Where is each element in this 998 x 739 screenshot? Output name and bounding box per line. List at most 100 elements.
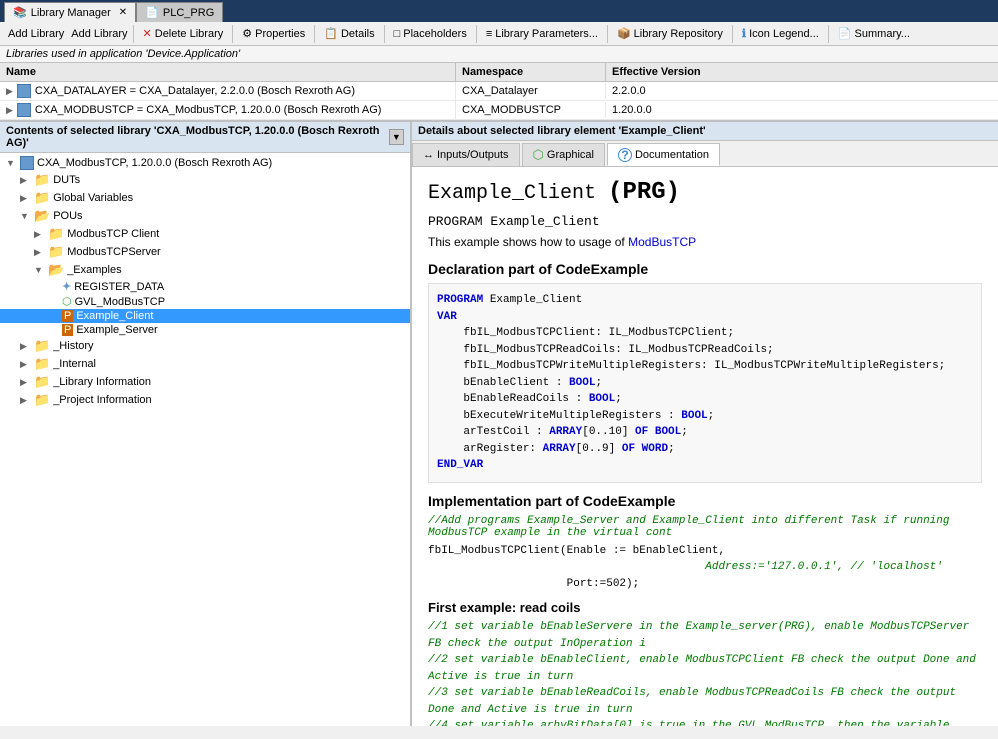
summary-button[interactable]: 📄 Summary... bbox=[832, 24, 916, 43]
tree-item-root[interactable]: ▼ CXA_ModbusTCP, 1.20.0.0 (Bosch Rexroth… bbox=[0, 155, 410, 171]
tree-item-gvl-modbus[interactable]: ⬡ GVL_ModBusTCP bbox=[0, 294, 410, 309]
prg-icon: P bbox=[62, 310, 73, 322]
gvl-label: GVL_ModBusTCP bbox=[75, 296, 165, 308]
toolbar-sep-2 bbox=[232, 25, 233, 43]
pous-expander[interactable]: ▼ bbox=[20, 211, 34, 221]
right-panel: Details about selected library element '… bbox=[412, 122, 998, 726]
lib-namespace-cell: CXA_Datalayer bbox=[456, 83, 606, 99]
libinfo-expander[interactable]: ▶ bbox=[20, 377, 34, 388]
tree-item-example-server[interactable]: P Example_Server bbox=[0, 323, 410, 337]
toolbar-sep-8 bbox=[828, 25, 829, 43]
tree-item-duts[interactable]: ▶ 📁 DUTs bbox=[0, 171, 410, 189]
icon-legend-button[interactable]: ℹ Icon Legend... bbox=[736, 24, 825, 43]
gv-expander[interactable]: ▶ bbox=[20, 193, 34, 204]
server-expander[interactable]: ▶ bbox=[34, 247, 48, 258]
toolbar-sep-6 bbox=[607, 25, 608, 43]
details-button[interactable]: 📋 Details bbox=[318, 24, 380, 43]
toolbar-sep-5 bbox=[476, 25, 477, 43]
tree-item-register-data[interactable]: ✦ REGISTER_DATA bbox=[0, 279, 410, 294]
graphical-icon: ⬡ bbox=[533, 147, 544, 163]
pous-label: POUs bbox=[53, 210, 82, 222]
doc-description: This example shows how to usage of ModBu… bbox=[428, 235, 982, 249]
tab-library-manager[interactable]: 📚 Library Manager ✕ bbox=[4, 2, 136, 22]
examples-label: _Examples bbox=[67, 264, 121, 276]
lib-name-cell: ▶ CXA_DATALAYER = CXA_Datalayer, 2.2.0.0… bbox=[0, 82, 456, 100]
library-parameters-button[interactable]: ≡ Library Parameters... bbox=[480, 25, 604, 43]
folder-icon: 📁 bbox=[34, 172, 50, 188]
projinfo-expander[interactable]: ▶ bbox=[20, 395, 34, 406]
code-block-1: PROGRAM Example_Client VAR fbIL_ModbusTC… bbox=[428, 283, 982, 483]
table-row[interactable]: ▶ CXA_MODBUSTCP = CXA_ModbusTCP, 1.20.0.… bbox=[0, 101, 998, 120]
add-library-button[interactable]: Add Library bbox=[2, 25, 70, 43]
doc-section-1: Declaration part of CodeExample bbox=[428, 261, 982, 277]
libinfo-label: _Library Information bbox=[53, 376, 151, 388]
tab-plc-prg[interactable]: 📄 PLC_PRG bbox=[136, 2, 223, 22]
code-block-2: fbIL_ModbusTCPClient(Enable := bEnableCl… bbox=[428, 543, 982, 593]
delete-library-button[interactable]: ✕ Delete Library bbox=[137, 24, 230, 43]
server-label: ModbusTCPServer bbox=[67, 246, 161, 258]
root-label: CXA_ModbusTCP, 1.20.0.0 (Bosch Rexroth A… bbox=[37, 157, 272, 169]
add-library-label: Add Library bbox=[71, 28, 127, 40]
library-manager-icon: 📚 bbox=[13, 6, 27, 19]
lib-namespace-cell: CXA_MODBUSTCP bbox=[456, 102, 606, 118]
root-expander[interactable]: ▼ bbox=[6, 158, 20, 168]
eclient-label: Example_Client bbox=[76, 310, 153, 322]
doc-subtitle: PROGRAM Example_Client bbox=[428, 214, 982, 229]
client-expander[interactable]: ▶ bbox=[34, 229, 48, 240]
gv-label: Global Variables bbox=[53, 192, 133, 204]
tree-item-internal[interactable]: ▶ 📁 _Internal bbox=[0, 355, 410, 373]
hist-expander[interactable]: ▶ bbox=[20, 341, 34, 352]
properties-button[interactable]: ⚙ Properties bbox=[236, 24, 311, 43]
doc-title: Example_Client (PRG) bbox=[428, 179, 982, 206]
folder-icon: 📁 bbox=[34, 356, 50, 372]
expand-icon[interactable]: ▶ bbox=[6, 105, 13, 116]
right-panel-header: Details about selected library element '… bbox=[412, 122, 998, 141]
col-header-version: Effective Version bbox=[606, 63, 766, 81]
toolbar: Add Library Add Library ✕ Delete Library… bbox=[0, 22, 998, 46]
tree-item-gv[interactable]: ▶ 📁 Global Variables bbox=[0, 189, 410, 207]
lib-name-cell: ▶ CXA_MODBUSTCP = CXA_ModbusTCP, 1.20.0.… bbox=[0, 101, 456, 119]
libraries-table: Name Namespace Effective Version ▶ CXA_D… bbox=[0, 63, 998, 122]
duts-expander[interactable]: ▶ bbox=[20, 175, 34, 186]
gvl-icon: ⬡ bbox=[62, 295, 72, 308]
placeholders-button[interactable]: □ Placeholders bbox=[388, 25, 473, 43]
code-comment-1: //Add programs Example_Server and Exampl… bbox=[428, 515, 982, 539]
tree-item-example-client[interactable]: P Example_Client bbox=[0, 309, 410, 323]
folder-icon: 📁 bbox=[34, 392, 50, 408]
eserver-label: Example_Server bbox=[76, 324, 157, 336]
client-label: ModbusTCP Client bbox=[67, 228, 159, 240]
lib-version-cell: 2.2.0.0 bbox=[606, 83, 766, 99]
tab-graphical[interactable]: ⬡ Graphical bbox=[522, 143, 605, 166]
lib-icon bbox=[17, 103, 31, 117]
register-label: REGISTER_DATA bbox=[74, 281, 164, 293]
toolbar-sep-7 bbox=[732, 25, 733, 43]
toolbar-sep-3 bbox=[314, 25, 315, 43]
folder-icon: 📁 bbox=[48, 244, 64, 260]
doc-section-3: First example: read coils bbox=[428, 600, 982, 615]
examples-expander[interactable]: ▼ bbox=[34, 265, 48, 275]
table-row[interactable]: ▶ CXA_DATALAYER = CXA_Datalayer, 2.2.0.0… bbox=[0, 82, 998, 101]
tree-item-modbus-client[interactable]: ▶ 📁 ModbusTCP Client bbox=[0, 225, 410, 243]
folder-icon: 📁 bbox=[34, 190, 50, 206]
tab-documentation[interactable]: ? Documentation bbox=[607, 143, 720, 166]
tree-item-history[interactable]: ▶ 📁 _History bbox=[0, 337, 410, 355]
panel-dropdown-button[interactable]: ▼ bbox=[389, 129, 404, 145]
col-header-namespace: Namespace bbox=[456, 63, 606, 81]
hist-label: _History bbox=[53, 340, 93, 352]
detail-tabs: ↔ Inputs/Outputs ⬡ Graphical ? Documenta… bbox=[412, 141, 998, 167]
folder-icon: 📁 bbox=[48, 226, 64, 242]
tree-item-examples[interactable]: ▼ 📂 _Examples bbox=[0, 261, 410, 279]
left-panel-header: Contents of selected library 'CXA_Modbus… bbox=[0, 122, 410, 153]
int-expander[interactable]: ▶ bbox=[20, 359, 34, 370]
modbustcp-link[interactable]: ModBusTCP bbox=[628, 235, 696, 249]
tree-item-modbus-server[interactable]: ▶ 📁 ModbusTCPServer bbox=[0, 243, 410, 261]
tree-area: ▼ CXA_ModbusTCP, 1.20.0.0 (Bosch Rexroth… bbox=[0, 153, 410, 726]
tree-item-proj-info[interactable]: ▶ 📁 _Project Information bbox=[0, 391, 410, 409]
col-header-name: Name bbox=[0, 63, 456, 81]
expand-icon[interactable]: ▶ bbox=[6, 86, 13, 97]
tab-inputs-outputs[interactable]: ↔ Inputs/Outputs bbox=[412, 143, 520, 166]
tree-item-lib-info[interactable]: ▶ 📁 _Library Information bbox=[0, 373, 410, 391]
close-tab-icon[interactable]: ✕ bbox=[119, 7, 127, 18]
tree-item-pous[interactable]: ▼ 📂 POUs bbox=[0, 207, 410, 225]
library-repository-button[interactable]: 📦 Library Repository bbox=[611, 24, 729, 43]
